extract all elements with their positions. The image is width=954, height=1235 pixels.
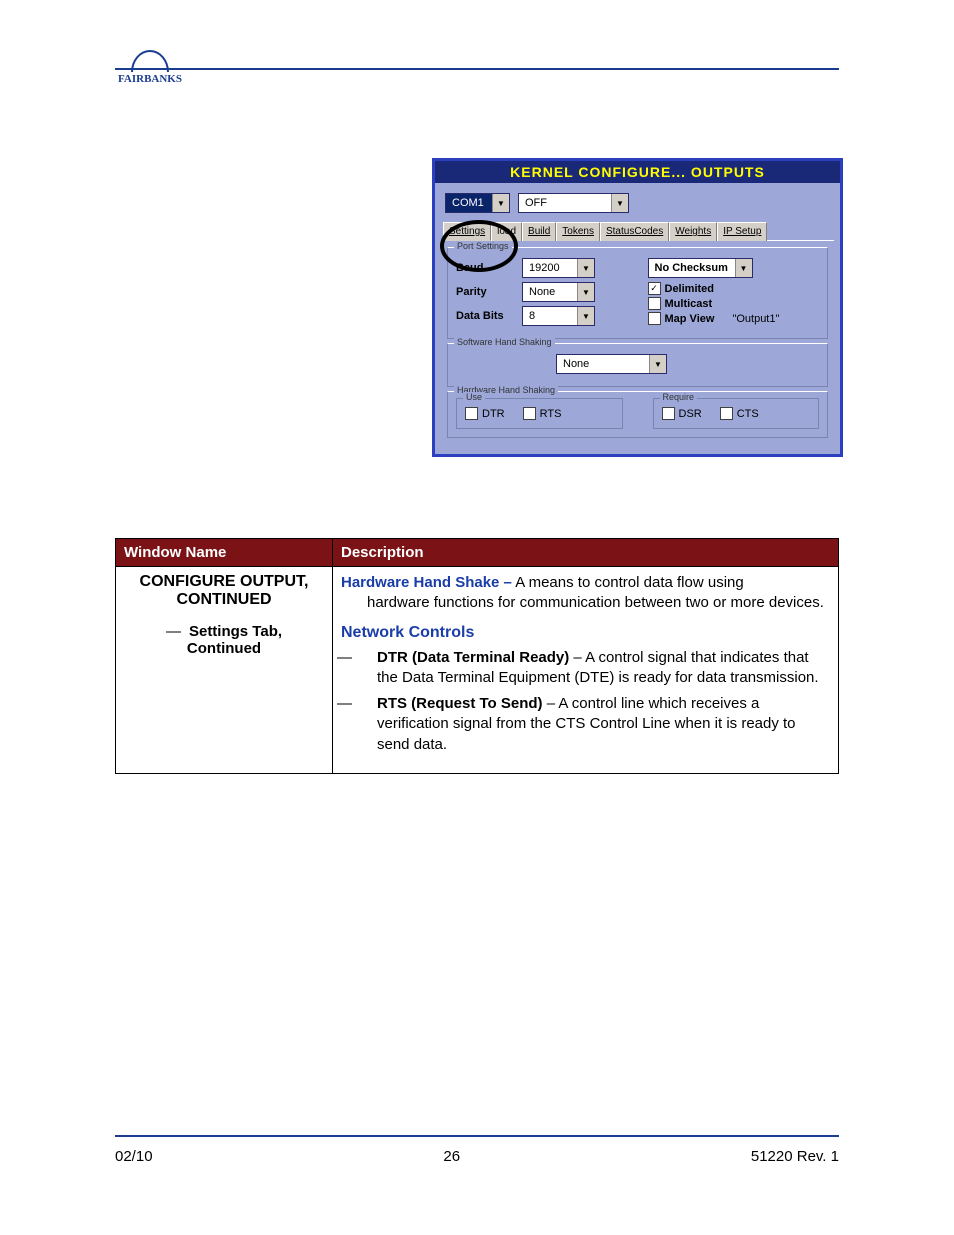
delimited-checkbox[interactable]: ✓Delimited	[648, 282, 820, 295]
chevron-down-icon: ▼	[611, 194, 628, 212]
mapview-value: "Output1"	[732, 313, 779, 325]
tab-statuscodes[interactable]: StatusCodes	[600, 222, 669, 241]
col-header-description: Description	[333, 539, 839, 567]
col-header-window-name: Window Name	[116, 539, 333, 567]
parity-label: Parity	[456, 286, 522, 298]
settings-tab-highlight-circle	[440, 220, 518, 272]
header-rule	[115, 68, 839, 70]
group-legend: Require	[660, 392, 698, 402]
software-handshaking-group: Software Hand Shaking None▼	[447, 343, 828, 387]
chevron-down-icon: ▼	[577, 307, 594, 325]
tab-ipsetup[interactable]: IP Setup	[717, 222, 767, 241]
window-name-cell: CONFIGURE OUTPUT, CONTINUED —Settings Ta…	[116, 567, 333, 774]
footer-revision: 51220 Rev. 1	[751, 1148, 839, 1165]
chevron-down-icon: ▼	[577, 259, 594, 277]
mapview-checkbox[interactable]: Map View"Output1"	[648, 312, 820, 325]
hw-use-group: Use DTR RTS	[456, 398, 623, 429]
kernel-configure-outputs-window: KERNEL CONFIGURE... OUTPUTS COM1 ▼ OFF ▼…	[432, 158, 843, 457]
group-legend: Use	[463, 392, 485, 402]
parity-select[interactable]: None▼	[522, 282, 595, 302]
chevron-down-icon: ▼	[735, 259, 752, 277]
baud-select[interactable]: 19200▼	[522, 258, 595, 278]
dsr-checkbox[interactable]: DSR	[662, 407, 702, 420]
description-cell: Hardware Hand Shake – A means to control…	[333, 567, 839, 774]
rts-checkbox[interactable]: RTS	[523, 407, 562, 420]
chevron-down-icon: ▼	[492, 194, 509, 212]
tab-weights[interactable]: Weights	[669, 222, 717, 241]
documentation-table: Window Name Description CONFIGURE OUTPUT…	[115, 538, 839, 774]
footer-rule	[115, 1135, 839, 1137]
dtr-checkbox[interactable]: DTR	[465, 407, 505, 420]
tab-build[interactable]: Build	[522, 222, 556, 241]
off-select[interactable]: OFF ▼	[518, 193, 629, 213]
hw-require-group: Require DSR CTS	[653, 398, 820, 429]
footer-page-number: 26	[443, 1148, 460, 1165]
databits-select[interactable]: 8▼	[522, 306, 595, 326]
chevron-down-icon: ▼	[577, 283, 594, 301]
com-port-select[interactable]: COM1 ▼	[445, 193, 510, 213]
chevron-down-icon: ▼	[649, 355, 666, 373]
page-footer: 02/10 26 51220 Rev. 1	[115, 1148, 839, 1165]
group-legend: Software Hand Shaking	[454, 337, 555, 347]
sw-handshake-select[interactable]: None▼	[556, 354, 667, 374]
window-title: KERNEL CONFIGURE... OUTPUTS	[435, 161, 840, 183]
hardware-handshaking-group: Hardware Hand Shaking Use DTR RTS Requir…	[447, 391, 828, 438]
multicast-checkbox[interactable]: Multicast	[648, 297, 820, 310]
checksum-select[interactable]: No Checksum▼	[648, 258, 753, 278]
cts-checkbox[interactable]: CTS	[720, 407, 759, 420]
tab-tokens[interactable]: Tokens	[556, 222, 600, 241]
databits-label: Data Bits	[456, 310, 522, 322]
footer-date: 02/10	[115, 1148, 153, 1165]
